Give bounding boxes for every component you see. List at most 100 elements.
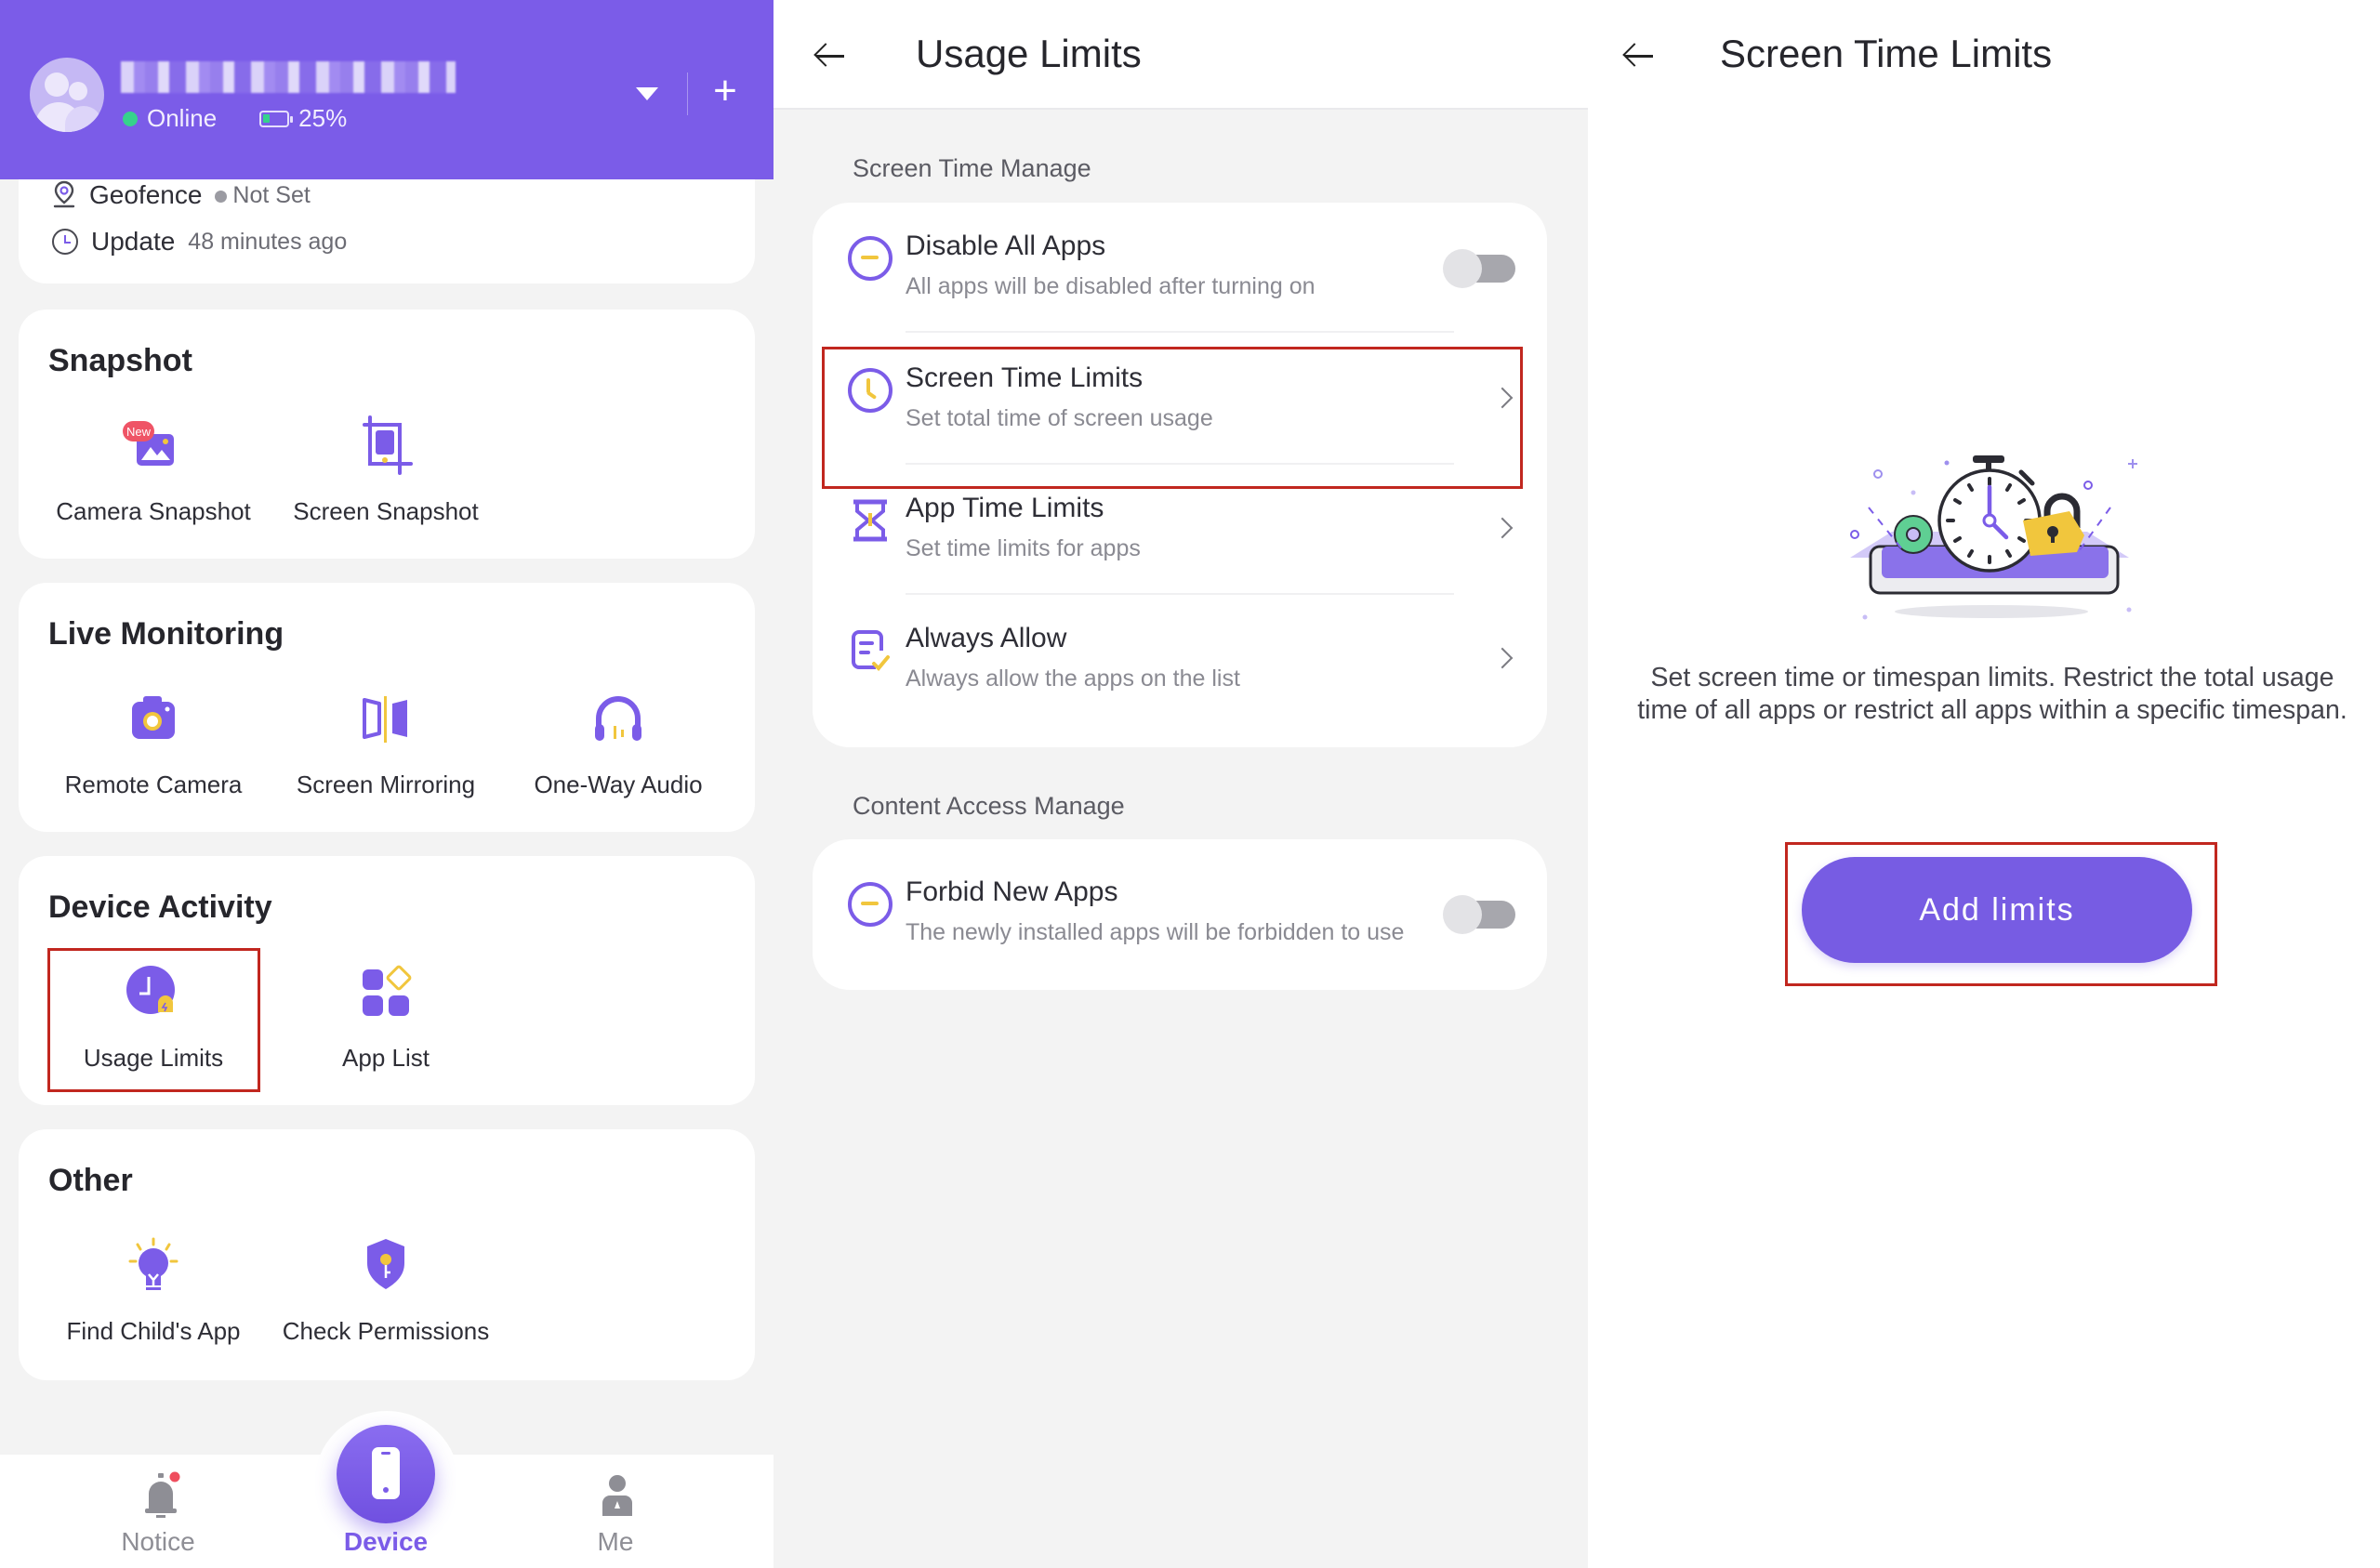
disable-all-apps-row: Disable All Apps All apps will be disabl… (813, 203, 1547, 333)
row-desc: Always allow the apps on the list (906, 665, 1240, 692)
find-childs-app-item[interactable]: Find Child's App (46, 1233, 260, 1346)
screen-snapshot-item[interactable]: Screen Snapshot (279, 414, 493, 526)
content-access-card: Forbid New Apps The newly installed apps… (813, 839, 1547, 990)
user-icon (602, 1475, 632, 1516)
forbid-new-apps-toggle[interactable] (1443, 895, 1517, 934)
location-pin-icon (52, 180, 76, 210)
nav-device[interactable] (337, 1425, 435, 1523)
camera-icon (121, 687, 186, 752)
divider (906, 331, 1454, 333)
section-header-screen-time: Screen Time Manage (853, 154, 1091, 182)
clock-icon (52, 229, 78, 255)
nav-label: Me (597, 1527, 634, 1556)
minus-circle-icon (848, 882, 892, 927)
row-title: Disable All Apps (906, 231, 1106, 261)
arrow-left-icon[interactable] (1621, 37, 1659, 74)
family-avatar[interactable] (30, 58, 104, 132)
lightbulb-icon (121, 1233, 186, 1298)
item-label: Check Permissions (282, 1317, 490, 1345)
row-title: Always Allow (906, 623, 1067, 653)
live-monitoring-card: Live Monitoring Remote Camera Screen Mir… (19, 583, 755, 832)
plus-icon: + (713, 68, 737, 113)
nav-label: Notice (121, 1527, 195, 1556)
geofence-row[interactable]: Geofence Not Set (52, 180, 311, 210)
section-title: Snapshot (48, 343, 192, 378)
screen-time-limits-highlight-box (822, 347, 1523, 489)
online-dot (123, 111, 138, 126)
chevron-right-icon (1491, 517, 1514, 539)
one-way-audio-item[interactable]: One-Way Audio (511, 687, 725, 799)
section-header-content-access: Content Access Manage (853, 792, 1125, 820)
screen-time-description: Set screen time or timespan limits. Rest… (1637, 663, 2347, 725)
notification-dot (169, 1471, 180, 1482)
forbid-new-apps-row: Forbid New Apps The newly installed apps… (813, 849, 1547, 979)
item-label: Camera Snapshot (56, 497, 251, 525)
checklist-icon (848, 628, 892, 673)
add-limits-highlight-box (1785, 842, 2217, 986)
camera-snapshot-item[interactable]: New Camera Snapshot (46, 414, 260, 526)
screen-time-limits-panel: Screen Time Limits Set screen time or ti… (1588, 0, 2380, 1568)
item-label: Remote Camera (64, 771, 243, 798)
triangle-down-icon[interactable] (636, 87, 658, 100)
item-label: Screen Mirroring (296, 771, 476, 798)
geofence-status: Not Set (215, 181, 311, 209)
stopwatch-lock-phone-illustration (1831, 428, 2148, 641)
screen-mirroring-item[interactable]: Screen Mirroring (279, 687, 493, 799)
minus-circle-icon (848, 236, 892, 281)
image-icon: New (121, 414, 186, 479)
mirror-icon (353, 687, 418, 752)
usage-limits-highlight-box (47, 948, 260, 1092)
screenshot-root: Geofence Not Set Update 48 minutes ago O… (0, 0, 2380, 1568)
app-list-item[interactable]: App List (279, 960, 493, 1073)
item-label: One-Way Audio (534, 771, 703, 798)
check-permissions-item[interactable]: Check Permissions (279, 1233, 493, 1346)
shield-key-icon (353, 1233, 418, 1298)
update-label: Update (91, 227, 176, 256)
row-title: Forbid New Apps (906, 876, 1118, 907)
disable-all-apps-toggle[interactable] (1443, 249, 1517, 288)
add-device-button[interactable]: + (707, 71, 744, 112)
item-label: Find Child's App (66, 1317, 241, 1345)
new-badge: New (126, 425, 152, 439)
snapshot-card: Snapshot New Camera Snapshot Screen Snap… (19, 310, 755, 559)
geofence-label: Geofence (89, 180, 203, 209)
usage-limits-header: Usage Limits (774, 0, 1588, 110)
page-title: Screen Time Limits (1720, 32, 2053, 75)
online-status: Online (147, 104, 218, 132)
page-title: Usage Limits (916, 32, 1142, 75)
device-name-redacted[interactable] (121, 61, 456, 93)
item-label: App List (342, 1044, 430, 1072)
row-desc: All apps will be disabled after turning … (906, 273, 1316, 299)
hourglass-icon (848, 498, 892, 543)
battery-level (263, 113, 271, 123)
device-dashboard-panel: Geofence Not Set Update 48 minutes ago O… (0, 0, 774, 1568)
nav-label: Device (343, 1527, 429, 1556)
section-title: Live Monitoring (48, 616, 284, 652)
screenshot-crop-icon (353, 414, 418, 479)
device-header: Online 25% + (0, 0, 774, 179)
update-value: 48 minutes ago (188, 228, 348, 255)
device-status: Online 25% (123, 104, 347, 133)
usage-limits-panel: Usage Limits Screen Time Manage Disable … (774, 0, 1588, 1568)
remote-camera-item[interactable]: Remote Camera (46, 687, 260, 799)
battery-icon (259, 110, 294, 127)
bell-icon (145, 1471, 180, 1518)
item-label: Screen Snapshot (293, 497, 479, 525)
battery-percent: 25% (298, 104, 348, 132)
geofence-value: Not Set (232, 181, 311, 208)
row-desc: The newly installed apps will be forbidd… (906, 919, 1405, 945)
status-dot (215, 190, 228, 203)
headphones-icon (586, 687, 651, 752)
other-card: Other Find Child's App Check Permissions (19, 1129, 755, 1380)
section-title: Device Activity (48, 889, 272, 925)
arrow-left-icon[interactable] (813, 37, 850, 74)
always-allow-row[interactable]: Always Allow Always allow the apps on th… (813, 595, 1547, 725)
row-desc: Set time limits for apps (906, 535, 1141, 561)
row-title: App Time Limits (906, 493, 1104, 523)
chevron-right-icon (1491, 647, 1514, 669)
phone-icon (372, 1447, 400, 1499)
app-grid-icon (353, 960, 418, 1025)
update-row: Update 48 minutes ago (52, 227, 347, 257)
header-divider (687, 72, 688, 115)
section-title: Other (48, 1163, 133, 1198)
